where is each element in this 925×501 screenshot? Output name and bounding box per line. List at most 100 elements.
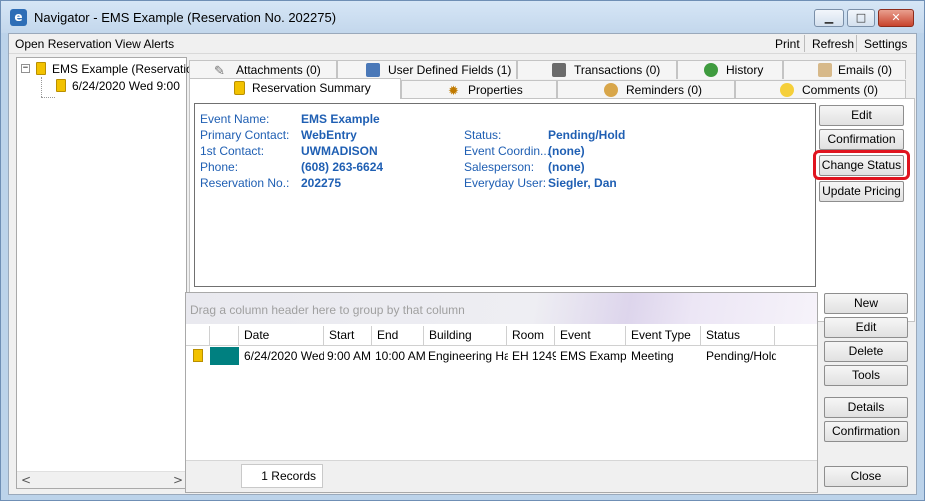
menu-separator	[804, 35, 805, 52]
cell-room: EH 1249	[512, 349, 556, 363]
cell-event-type: Meeting	[631, 349, 674, 363]
cell-date: 6/24/2020 Wed	[244, 349, 324, 363]
edit-reservation-button[interactable]: Edit	[819, 105, 904, 126]
collapse-icon[interactable]: −	[21, 64, 30, 73]
tab-emails[interactable]: Emails (0)	[783, 60, 906, 79]
navigator-window: e Navigator - EMS Example (Reservation N…	[0, 0, 925, 501]
tab-history[interactable]: History	[677, 60, 783, 79]
tree-child-label: 6/24/2020 Wed 9:00	[72, 79, 180, 93]
folder-icon	[193, 349, 203, 362]
column-header-event[interactable]: Event	[555, 326, 626, 346]
gear-icon: ✹	[448, 83, 459, 98]
tab-transactions[interactable]: Transactions (0)	[517, 60, 677, 79]
grid-footer: 1 Records	[186, 460, 817, 492]
reservation-tree: − EMS Example (Reservatio 6/24/2020 Wed …	[16, 57, 193, 489]
primary-contact-value: WebEntry	[301, 128, 357, 142]
tab-label: User Defined Fields (1)	[388, 63, 512, 77]
cell-building: Engineering Hall	[428, 349, 508, 363]
column-header-status[interactable]: Status	[701, 326, 775, 346]
close-button[interactable]: Close	[824, 466, 908, 487]
column-header-icon[interactable]	[186, 326, 210, 346]
menu-refresh[interactable]: Refresh	[812, 37, 854, 51]
close-window-button[interactable]: ✕	[878, 9, 914, 27]
tab-user-defined-fields[interactable]: User Defined Fields (1)	[337, 60, 517, 79]
menu-settings[interactable]: Settings	[864, 37, 907, 51]
update-pricing-button[interactable]: Update Pricing	[819, 181, 904, 202]
first-contact-value: UWMADISON	[301, 144, 378, 158]
tab-label: Attachments (0)	[236, 63, 321, 77]
tab-properties[interactable]: ✹ Properties	[401, 80, 557, 99]
event-coordinator-value: (none)	[548, 144, 585, 158]
column-header-date[interactable]: Date	[239, 326, 324, 346]
column-header-color[interactable]	[210, 326, 239, 346]
folder-icon	[234, 81, 245, 95]
menu-view-alerts[interactable]: View Alerts	[115, 37, 174, 51]
tree-connector	[41, 97, 55, 98]
new-booking-button[interactable]: New	[824, 293, 908, 314]
cell-event: EMS Example	[560, 349, 626, 363]
column-header-start[interactable]: Start	[324, 326, 372, 346]
maximize-button[interactable]: □	[847, 9, 875, 27]
minimize-button[interactable]: ▁	[814, 9, 844, 27]
tab-reminders[interactable]: Reminders (0)	[557, 80, 735, 99]
column-header-event-type[interactable]: Event Type	[626, 326, 701, 346]
details-button[interactable]: Details	[824, 397, 908, 418]
cell-status: Pending/Hold	[706, 349, 776, 363]
delete-booking-button[interactable]: Delete	[824, 341, 908, 362]
primary-contact-label: Primary Contact:	[200, 128, 290, 142]
history-icon	[704, 63, 718, 77]
tree-horizontal-scrollbar[interactable]: < >	[17, 471, 186, 488]
tab-label: Comments (0)	[802, 83, 879, 97]
tree-connector	[41, 77, 42, 97]
menu-open-reservation[interactable]: Open Reservation	[15, 37, 112, 51]
scroll-left-icon[interactable]: <	[21, 473, 31, 487]
cell-end: 10:00 AM	[375, 349, 425, 363]
reservation-summary-panel: Event Name: EMS Example Primary Contact:…	[189, 98, 915, 322]
title-bar[interactable]: e Navigator - EMS Example (Reservation N…	[1, 1, 924, 33]
paperclip-icon: ✎	[214, 63, 225, 78]
tab-label: Emails (0)	[838, 63, 893, 77]
group-by-hint: Drag a column header here to group by th…	[190, 303, 465, 317]
bookings-grid: Drag a column header here to group by th…	[185, 292, 818, 493]
tab-label: Reservation Summary	[252, 81, 371, 95]
edit-booking-button[interactable]: Edit	[824, 317, 908, 338]
change-status-button[interactable]: Change Status	[819, 155, 904, 176]
tab-label: Transactions (0)	[574, 63, 661, 77]
cell-start: 9:00 AM	[327, 349, 372, 363]
transactions-icon	[552, 63, 566, 77]
folder-icon	[36, 62, 46, 75]
event-name-value: EMS Example	[301, 112, 380, 126]
reservation-no-value: 202275	[301, 176, 342, 190]
confirmation-button[interactable]: Confirmation	[819, 129, 904, 150]
status-label: Status:	[464, 128, 502, 142]
reservation-no-label: Reservation No.:	[200, 176, 290, 190]
tab-reservation-summary[interactable]: Reservation Summary	[189, 78, 401, 99]
everyday-user-value: Siegler, Dan	[548, 176, 617, 190]
tab-label: Properties	[468, 83, 523, 97]
group-by-band[interactable]: Drag a column header here to group by th…	[186, 293, 817, 324]
salesperson-label: Salesperson:	[464, 160, 535, 174]
tree-root-label: EMS Example (Reservatio	[52, 62, 193, 76]
menu-bar: Open Reservation View Alerts Print Refre…	[9, 34, 916, 54]
tools-button[interactable]: Tools	[824, 365, 908, 386]
tab-label: History	[726, 63, 764, 77]
scroll-right-icon[interactable]: >	[173, 473, 183, 487]
menu-separator	[856, 35, 857, 52]
tab-label: Reminders (0)	[626, 83, 703, 97]
menu-print[interactable]: Print	[775, 37, 800, 51]
column-header-end[interactable]: End	[372, 326, 424, 346]
booking-confirmation-button[interactable]: Confirmation	[824, 421, 908, 442]
folder-icon	[56, 79, 66, 92]
status-value: Pending/Hold	[548, 128, 626, 142]
first-contact-label: 1st Contact:	[200, 144, 265, 158]
column-header-room[interactable]: Room	[507, 326, 555, 346]
tab-comments[interactable]: Comments (0)	[735, 80, 906, 99]
salesperson-value: (none)	[548, 160, 585, 174]
event-name-label: Event Name:	[200, 112, 270, 126]
table-row[interactable]: 6/24/2020 Wed 9:00 AM 10:00 AM Engineeri…	[186, 347, 817, 365]
tab-attachments[interactable]: ✎ Attachments (0)	[189, 60, 337, 79]
phone-value: (608) 263-6624	[301, 160, 384, 174]
reminder-icon	[604, 83, 618, 97]
status-color-swatch	[210, 347, 239, 365]
column-header-building[interactable]: Building	[424, 326, 507, 346]
